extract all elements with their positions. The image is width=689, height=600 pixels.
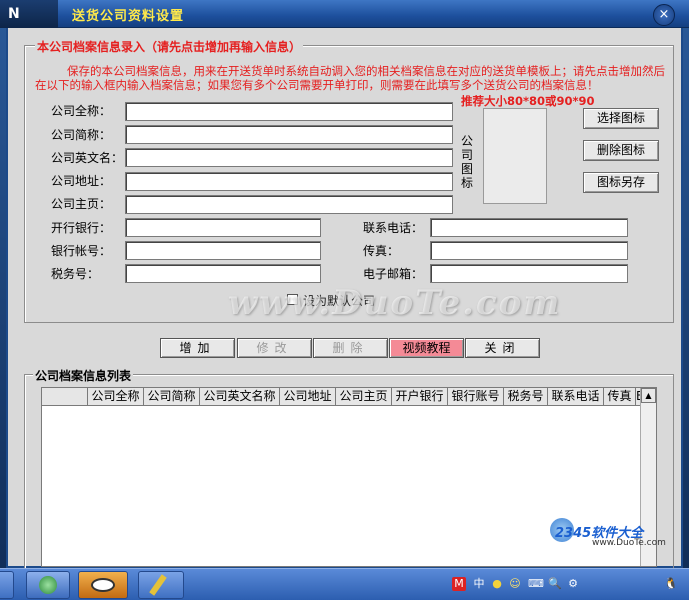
fax-input[interactable] xyxy=(430,241,628,260)
company-address-input[interactable] xyxy=(125,172,453,191)
taskbar-app-globe[interactable] xyxy=(26,571,70,599)
watermark: www.DuoTe.com xyxy=(228,283,562,323)
taskbar: M 中 ● ☺ ⌨ 🔍 ⚙ 🐧 xyxy=(0,568,689,600)
title-bar[interactable]: N 送货公司资料设置 × xyxy=(0,0,689,28)
entry-group-title: 本公司档案信息录入（请先点击增加再输入信息） xyxy=(35,38,304,55)
column-header[interactable]: 银行账号 xyxy=(448,388,504,405)
company-shortname-input[interactable] xyxy=(125,125,453,144)
column-header[interactable]: 开户银行 xyxy=(392,388,448,405)
tray-smiley-icon[interactable]: ☺ xyxy=(508,577,522,591)
column-header[interactable] xyxy=(42,388,88,405)
column-header[interactable]: 传真 xyxy=(604,388,636,405)
company-fullname-label: 公司全称： xyxy=(51,104,112,118)
start-button[interactable] xyxy=(0,571,14,599)
company-english-name-input[interactable] xyxy=(125,148,453,167)
delete-logo-button[interactable]: 删除图标 xyxy=(583,140,659,161)
select-logo-button[interactable]: 选择图标 xyxy=(583,108,659,129)
company-address-label: 公司地址： xyxy=(51,174,112,188)
bank-account-label: 银行帐号： xyxy=(51,244,112,258)
company-homepage-input[interactable] xyxy=(125,195,453,214)
tax-number-input[interactable] xyxy=(125,264,321,283)
taskbar-app-pen[interactable] xyxy=(138,571,184,599)
tray-input-method-icon[interactable]: 中 xyxy=(472,577,486,591)
tray-moon-icon[interactable]: ● xyxy=(490,577,504,591)
app-logo-icon: N xyxy=(8,6,20,22)
phone-input[interactable] xyxy=(430,218,628,237)
bank-name-input[interactable] xyxy=(125,218,321,237)
list-group-title: 公司档案信息列表 xyxy=(33,367,134,384)
tray-search-icon[interactable]: 🔍 xyxy=(548,577,562,591)
add-button[interactable]: 增加 xyxy=(160,338,235,358)
column-header[interactable]: 公司主页 xyxy=(336,388,392,405)
scroll-up-arrow-icon[interactable]: ▲ xyxy=(641,388,656,403)
column-header[interactable]: 公司英文名称 xyxy=(200,388,280,405)
window-close-button[interactable]: × xyxy=(653,4,675,26)
tray-m-icon[interactable]: M xyxy=(452,577,466,591)
company-shortname-label: 公司简称： xyxy=(51,128,112,142)
tray-qq-icon[interactable]: 🐧 xyxy=(664,577,678,591)
email-input[interactable] xyxy=(430,264,628,283)
company-logo-label: 公司图标 xyxy=(461,134,474,190)
brand-url: www.DuoTe.com xyxy=(592,538,666,548)
delete-button[interactable]: 删除 xyxy=(313,338,388,358)
table-header: 公司全称 公司简称 公司英文名称 公司地址 公司主页 开户银行 银行账号 税务号… xyxy=(42,388,642,406)
recommend-size-note: 推荐大小80*80或90*90 xyxy=(461,94,595,108)
bank-account-input[interactable] xyxy=(125,241,321,260)
column-header[interactable]: 公司简称 xyxy=(144,388,200,405)
globe-icon xyxy=(39,576,57,594)
tax-number-label: 税务号： xyxy=(51,267,100,281)
pen-icon xyxy=(149,574,167,596)
column-header[interactable]: 联系电话 xyxy=(548,388,604,405)
fax-label: 传真： xyxy=(363,244,400,258)
column-header[interactable]: 公司地址 xyxy=(280,388,336,405)
email-label: 电子邮箱： xyxy=(363,267,424,281)
phone-label: 联系电话： xyxy=(363,221,424,235)
column-header[interactable]: 税务号 xyxy=(504,388,548,405)
close-button[interactable]: 关闭 xyxy=(465,338,540,358)
eye-icon xyxy=(91,578,115,592)
bank-name-label: 开行银行： xyxy=(51,221,112,235)
settings-window: N 送货公司资料设置 × 本公司档案信息录入（请先点击增加再输入信息） 保存的本… xyxy=(0,0,689,570)
company-english-name-label: 公司英文名： xyxy=(51,151,124,165)
video-tutorial-button[interactable]: 视频教程 xyxy=(389,338,464,358)
taskbar-app-eye[interactable] xyxy=(78,571,128,599)
column-header[interactable]: 公司全称 xyxy=(88,388,144,405)
modify-button[interactable]: 修改 xyxy=(237,338,312,358)
tray-settings-icon[interactable]: ⚙ xyxy=(566,577,580,591)
entry-notice: 保存的本公司档案信息，用来在开送货单时系统自动调入您的相关档案信息在对应的送货单… xyxy=(35,64,665,92)
company-logo-preview[interactable] xyxy=(483,108,547,204)
tray-keyboard-icon[interactable]: ⌨ xyxy=(528,577,544,591)
entry-group: 本公司档案信息录入（请先点击增加再输入信息） 保存的本公司档案信息，用来在开送货… xyxy=(24,38,674,323)
company-fullname-input[interactable] xyxy=(125,102,453,121)
save-logo-as-button[interactable]: 图标另存 xyxy=(583,172,659,193)
company-homepage-label: 公司主页： xyxy=(51,197,112,211)
window-title: 送货公司资料设置 xyxy=(72,9,185,24)
